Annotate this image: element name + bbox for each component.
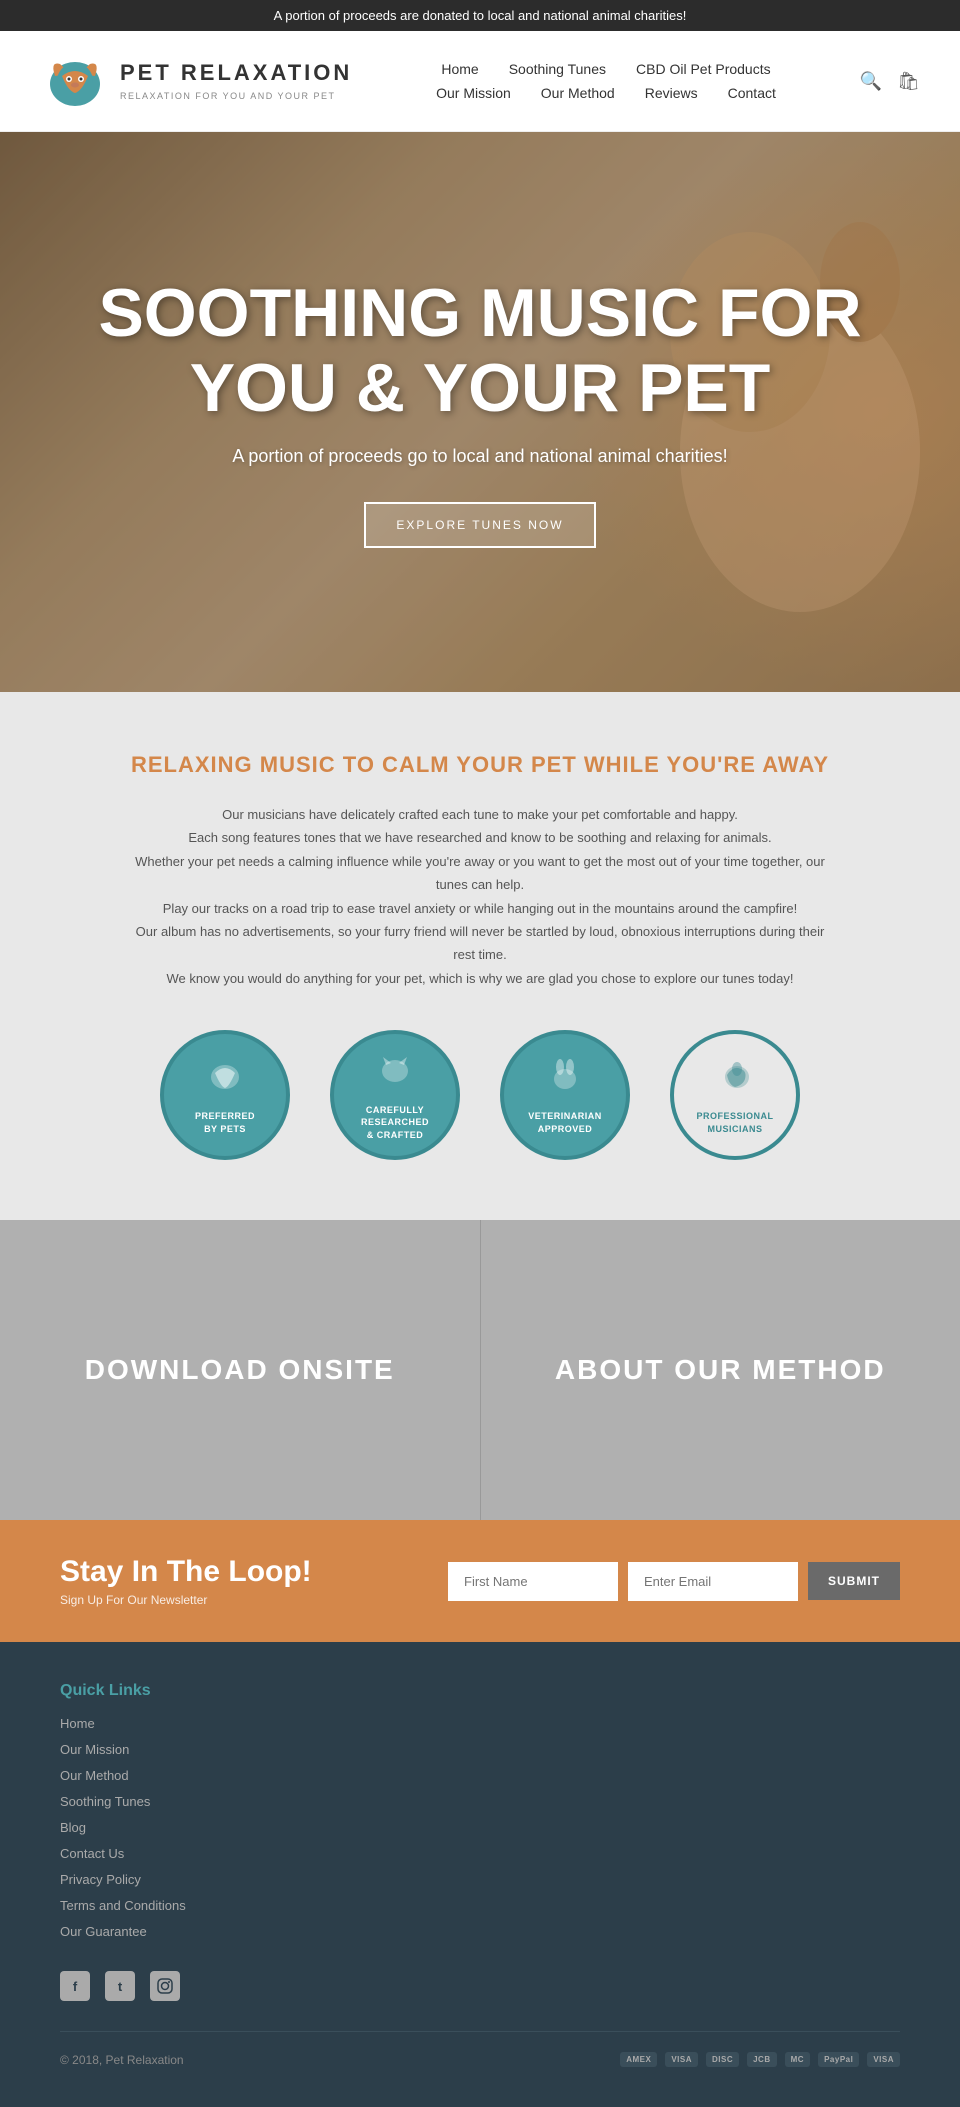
facebook-icon[interactable]: f xyxy=(60,1971,90,2001)
method-half: ABOUT OUR METHOD xyxy=(481,1220,960,1520)
footer-link-contact-us[interactable]: Contact Us xyxy=(60,1845,900,1863)
info-p5: Our album has no advertisements, so your… xyxy=(130,920,830,967)
rabbit-icon xyxy=(545,1055,585,1105)
payment-amex: AMEX xyxy=(620,2052,657,2067)
payment-discover: DISC xyxy=(706,2052,739,2067)
info-title: RELAXING MUSIC TO CALM YOUR PET WHILE YO… xyxy=(80,752,880,778)
nav-reviews[interactable]: Reviews xyxy=(645,85,698,101)
nav-row-2: Our Mission Our Method Reviews Contact xyxy=(436,85,776,101)
badges-row: PREFERREDBY PETS CAREFULLYRESEARCHED& CR… xyxy=(80,1030,880,1160)
nav-our-mission[interactable]: Our Mission xyxy=(436,85,511,101)
first-name-input[interactable] xyxy=(448,1562,618,1601)
footer-link-privacy-policy[interactable]: Privacy Policy xyxy=(60,1871,900,1889)
hero-subtitle: A portion of proceeds go to local and na… xyxy=(80,446,880,467)
instagram-svg xyxy=(157,1978,173,1994)
payment-jcb: JCB xyxy=(747,2052,777,2067)
info-paragraphs: Our musicians have delicately crafted ea… xyxy=(130,803,830,990)
nav-home[interactable]: Home xyxy=(441,61,478,77)
footer-link-blog[interactable]: Blog xyxy=(60,1819,900,1837)
newsletter-form: SUBMIT xyxy=(448,1562,900,1601)
hero-title: SOOTHING MUSIC FOR YOU & YOUR PET xyxy=(80,276,880,426)
footer-link-guarantee[interactable]: Our Guarantee xyxy=(60,1923,900,1941)
nav-our-method[interactable]: Our Method xyxy=(541,85,615,101)
social-icons-row: f t xyxy=(60,1971,900,2001)
logo-brand-name: Pet RelaXation xyxy=(120,58,352,89)
logo-icon xyxy=(40,46,110,116)
badge-professional-musicians: PROFESSIONALMUSICIANS xyxy=(670,1030,800,1160)
download-half: DOWNLOAD ONSITE xyxy=(0,1220,481,1520)
payment-mastercard: MC xyxy=(785,2052,810,2067)
badge-preferred-by-pets: PREFERREDBY PETS xyxy=(160,1030,290,1160)
newsletter-subtext: Sign Up For Our Newsletter xyxy=(60,1593,312,1607)
newsletter-heading: Stay In The Loop! xyxy=(60,1555,312,1589)
email-input[interactable] xyxy=(628,1562,798,1601)
payment-visa2: VISA xyxy=(665,2052,698,2067)
top-banner: A portion of proceeds are donated to loc… xyxy=(0,0,960,31)
logo-text-area: Pet RelaXation RELAXATION FOR YOU AND YO… xyxy=(120,58,352,104)
info-p4: Play our tracks on a road trip to ease t… xyxy=(130,897,830,920)
footer-links-list: Home Our Mission Our Method Soothing Tun… xyxy=(60,1715,900,1941)
copyright-text: © 2018, Pet Relaxation xyxy=(60,2053,184,2067)
logo-tagline: RELAXATION FOR YOU AND YOUR PET xyxy=(120,91,336,101)
logo-area: Pet RelaXation RELAXATION FOR YOU AND YO… xyxy=(40,46,352,116)
badge-vet-approved: VETERINARIANAPPROVED xyxy=(500,1030,630,1160)
info-p2: Each song features tones that we have re… xyxy=(130,826,830,849)
info-section: RELAXING MUSIC TO CALM YOUR PET WHILE YO… xyxy=(0,692,960,1220)
info-p3: Whether your pet needs a calming influen… xyxy=(130,850,830,897)
payment-paypal: PayPal xyxy=(818,2052,859,2067)
nav-row-1: Home Soothing Tunes CBD Oil Pet Products xyxy=(441,61,770,77)
quick-links-title: Quick Links xyxy=(60,1682,900,1700)
footer-link-home[interactable]: Home xyxy=(60,1715,900,1733)
download-title: DOWNLOAD ONSITE xyxy=(85,1354,395,1386)
info-p1: Our musicians have delicately crafted ea… xyxy=(130,803,830,826)
badge-researched-crafted: CAREFULLYRESEARCHED& CRAFTED xyxy=(330,1030,460,1160)
horse-icon xyxy=(715,1055,755,1105)
footer-link-soothing-tunes[interactable]: Soothing Tunes xyxy=(60,1793,900,1811)
info-p6: We know you would do anything for your p… xyxy=(130,967,830,990)
header-icons: 🔍 🛍 xyxy=(860,71,920,92)
explore-tunes-button[interactable]: EXPLORE TUNES NOW xyxy=(364,502,595,548)
search-icon[interactable]: 🔍 xyxy=(860,71,882,92)
nav-soothing-tunes[interactable]: Soothing Tunes xyxy=(509,61,606,77)
twitter-icon[interactable]: t xyxy=(105,1971,135,2001)
banner-text: A portion of proceeds are donated to loc… xyxy=(274,8,687,23)
method-title: ABOUT OUR METHOD xyxy=(555,1354,886,1386)
cart-icon[interactable]: 🛍 xyxy=(897,71,920,92)
submit-button[interactable]: SUBMIT xyxy=(808,1562,900,1600)
payment-visa: VISA xyxy=(867,2052,900,2067)
nav-contact[interactable]: Contact xyxy=(728,85,776,101)
header: Pet RelaXation RELAXATION FOR YOU AND YO… xyxy=(0,31,960,132)
main-nav: Home Soothing Tunes CBD Oil Pet Products… xyxy=(436,61,776,101)
footer-link-our-mission[interactable]: Our Mission xyxy=(60,1741,900,1759)
hero-section: SOOTHING MUSIC FOR YOU & YOUR PET A port… xyxy=(0,132,960,692)
cat-icon xyxy=(375,1049,415,1099)
newsletter-text: Stay In The Loop! Sign Up For Our Newsle… xyxy=(60,1555,312,1607)
footer-bottom: © 2018, Pet Relaxation AMEX VISA DISC JC… xyxy=(60,2031,900,2067)
hero-content: SOOTHING MUSIC FOR YOU & YOUR PET A port… xyxy=(0,276,960,548)
instagram-icon[interactable] xyxy=(150,1971,180,2001)
footer-link-our-method[interactable]: Our Method xyxy=(60,1767,900,1785)
split-section: DOWNLOAD ONSITE ABOUT OUR METHOD xyxy=(0,1220,960,1520)
dog-icon xyxy=(205,1055,245,1105)
nav-cbd-oil[interactable]: CBD Oil Pet Products xyxy=(636,61,771,77)
footer-link-terms[interactable]: Terms and Conditions xyxy=(60,1897,900,1915)
newsletter-section: Stay In The Loop! Sign Up For Our Newsle… xyxy=(0,1520,960,1642)
payment-icons-row: AMEX VISA DISC JCB MC PayPal VISA xyxy=(620,2052,900,2067)
